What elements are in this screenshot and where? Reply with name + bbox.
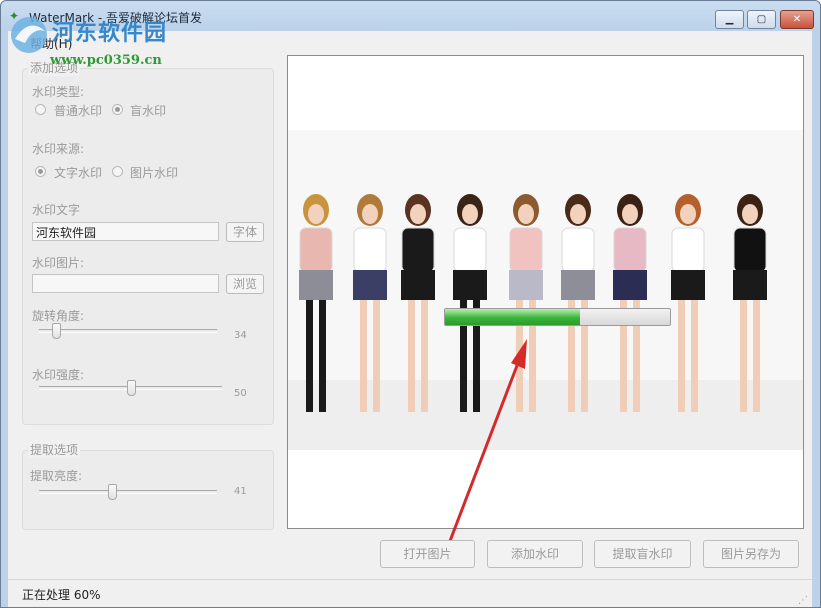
site-watermark-logo: 河东软件园 www.pc0359.cn — [7, 5, 207, 68]
rotate-angle-label: 旋转角度: — [32, 309, 85, 323]
watermark-image-label: 水印图片: — [32, 256, 85, 270]
maximize-button[interactable]: ▢ — [747, 10, 776, 29]
radio-text-watermark-label[interactable]: 文字水印 — [54, 164, 102, 181]
close-button[interactable]: ✕ — [780, 10, 814, 29]
rotate-slider-thumb[interactable] — [51, 323, 61, 339]
rotate-slider-track[interactable] — [39, 329, 217, 333]
strength-value: 50 — [234, 388, 247, 399]
watermark-logo-url: www.pc0359.cn — [50, 53, 162, 68]
add-watermark-button[interactable]: 添加水印 — [487, 540, 583, 568]
watermark-text-label: 水印文字 — [32, 203, 81, 217]
brightness-slider-thumb[interactable] — [107, 484, 117, 500]
brightness-slider-track[interactable] — [39, 490, 217, 494]
watermark-source-label: 水印来源: — [32, 142, 85, 156]
radio-image-watermark-label[interactable]: 图片水印 — [130, 164, 178, 181]
browse-button[interactable]: 浏览 — [226, 274, 264, 294]
font-button[interactable]: 字体 — [226, 222, 264, 242]
radio-normal-watermark[interactable] — [35, 104, 46, 115]
resize-grip-icon[interactable]: ⋰ — [798, 595, 808, 606]
open-image-button[interactable]: 打开图片 — [380, 540, 475, 568]
status-bar: 正在处理 60% ⋰ — [8, 579, 812, 607]
extract-brightness-label: 提取亮度: — [30, 469, 83, 483]
radio-text-watermark[interactable] — [35, 166, 46, 177]
status-text: 正在处理 60% — [22, 588, 101, 602]
extract-blind-watermark-button[interactable]: 提取盲水印 — [594, 540, 691, 568]
strength-slider-thumb[interactable] — [126, 380, 136, 396]
red-arrow-annotation — [448, 339, 527, 542]
minimize-button[interactable]: ▁ — [715, 10, 744, 29]
brightness-value: 41 — [234, 486, 247, 497]
watermark-text-input[interactable]: 河东软件园 — [32, 222, 219, 241]
save-image-as-button[interactable]: 图片另存为 — [703, 540, 799, 568]
radio-blind-watermark[interactable] — [112, 104, 123, 115]
app-window: ✦ WaterMark - 吾爱破解论坛首发 ▁ ▢ ✕ 帮助(H) 添加选项 … — [0, 0, 821, 608]
logo-mark-icon — [11, 17, 47, 53]
watermark-type-label: 水印类型: — [32, 85, 85, 99]
strength-label: 水印强度: — [32, 368, 85, 382]
radio-blind-watermark-label[interactable]: 盲水印 — [130, 102, 166, 119]
watermark-image-input[interactable] — [32, 274, 219, 293]
watermark-logo-text: 河东软件园 — [52, 20, 168, 46]
extract-options-title: 提取选项 — [28, 441, 81, 458]
radio-image-watermark[interactable] — [112, 166, 123, 177]
radio-normal-watermark-label[interactable]: 普通水印 — [54, 102, 102, 119]
rotate-value: 34 — [234, 330, 247, 341]
client-area: 帮助(H) 添加选项 水印类型: 普通水印 盲水印 水印来源: 文字水印 图片水… — [8, 31, 812, 607]
